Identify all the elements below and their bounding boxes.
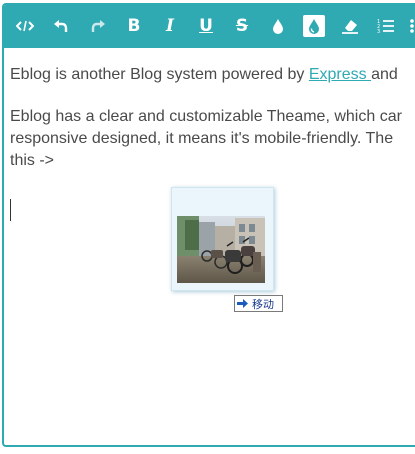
drag-move-tooltip: 移动 bbox=[234, 295, 283, 312]
paragraph-theme: Eblog has a clear and customizable Theam… bbox=[10, 106, 402, 172]
undo-icon bbox=[54, 20, 68, 32]
underline-icon: U bbox=[199, 16, 213, 36]
clear-format-button[interactable] bbox=[339, 15, 361, 37]
drop-filled-icon bbox=[309, 18, 319, 34]
rich-text-editor: B I U S 1 2 3 Eblog is another Blog syst… bbox=[2, 3, 415, 447]
drop-icon bbox=[273, 18, 283, 34]
express-link[interactable]: Express bbox=[309, 66, 371, 83]
arrow-right-icon bbox=[237, 299, 248, 308]
underline-button[interactable]: U bbox=[195, 15, 217, 37]
svg-text:3: 3 bbox=[377, 29, 380, 34]
street-photo-thumbnail bbox=[177, 216, 265, 283]
text-caret bbox=[10, 199, 11, 221]
drag-move-label: 移动 bbox=[252, 297, 274, 311]
bold-icon: B bbox=[127, 16, 141, 36]
italic-button[interactable]: I bbox=[159, 15, 181, 37]
eraser-icon bbox=[342, 20, 358, 34]
paragraph-intro-tail: and bbox=[371, 66, 398, 83]
paragraph-theme-line-1: Eblog has a clear and customizable Theam… bbox=[10, 108, 402, 125]
bold-button[interactable]: B bbox=[123, 15, 145, 37]
unordered-list-button[interactable] bbox=[408, 15, 415, 37]
text-color-button[interactable] bbox=[267, 15, 289, 37]
paragraph-theme-line-3: this -> bbox=[10, 152, 55, 169]
paragraph-intro-text: Eblog is another Blog system powered by bbox=[10, 66, 309, 83]
unordered-list-icon bbox=[410, 19, 414, 33]
editor-toolbar: B I U S 1 2 3 bbox=[4, 5, 415, 48]
redo-button[interactable] bbox=[87, 15, 109, 37]
background-color-button[interactable] bbox=[303, 15, 325, 37]
code-view-button[interactable] bbox=[14, 15, 36, 37]
paragraph-intro: Eblog is another Blog system powered by … bbox=[10, 64, 398, 86]
italic-icon: I bbox=[166, 16, 174, 36]
strikethrough-button[interactable]: S bbox=[231, 15, 253, 37]
redo-icon bbox=[91, 20, 105, 32]
drag-image-preview[interactable] bbox=[171, 187, 274, 291]
ordered-list-button[interactable]: 1 2 3 bbox=[375, 15, 397, 37]
undo-button[interactable] bbox=[50, 15, 72, 37]
ordered-list-icon: 1 2 3 bbox=[377, 19, 394, 34]
paragraph-theme-line-2: responsive designed, it means it's mobil… bbox=[10, 130, 394, 147]
strikethrough-icon: S bbox=[235, 16, 249, 36]
code-icon bbox=[16, 20, 34, 32]
